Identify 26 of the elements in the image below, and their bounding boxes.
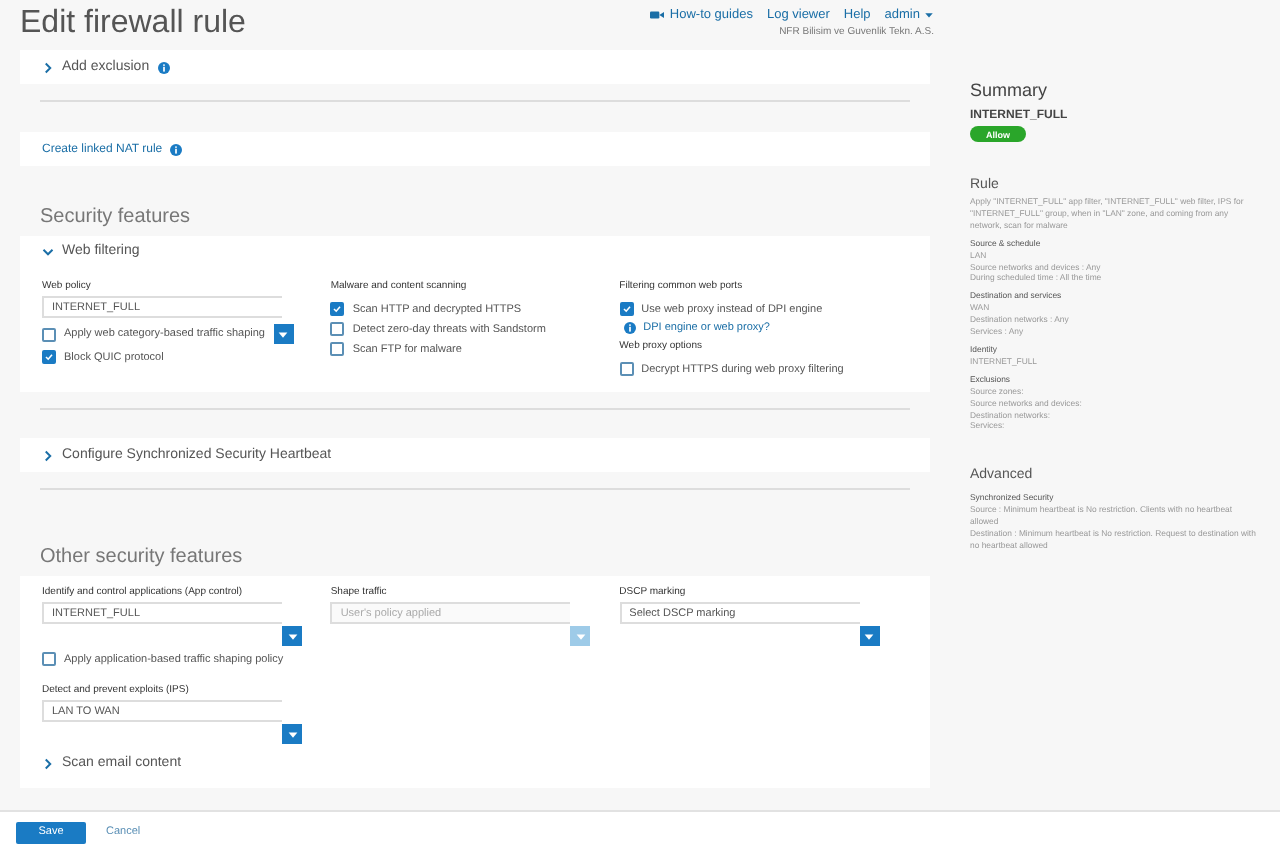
section-heading: Other security features <box>40 546 245 568</box>
section-heading: Security features <box>40 206 193 228</box>
caret-down-icon <box>862 629 877 643</box>
caret-down-icon <box>276 327 290 341</box>
checkbox[interactable] <box>330 322 345 336</box>
dropdown-button[interactable] <box>273 324 293 344</box>
checkbox[interactable] <box>42 350 56 364</box>
video-camera-icon <box>649 10 664 20</box>
checkbox[interactable] <box>619 362 634 376</box>
caret-down-icon <box>285 727 299 741</box>
dropdown-button[interactable] <box>859 626 880 646</box>
checkbox[interactable] <box>330 302 345 316</box>
caret-down-icon <box>573 629 588 643</box>
info-icon <box>623 322 636 334</box>
checkbox[interactable] <box>42 652 56 666</box>
page-title: Edit firewall rule <box>20 6 246 44</box>
dropdown-button[interactable] <box>282 626 302 646</box>
caret-icon <box>924 10 934 20</box>
checkbox[interactable] <box>42 327 56 341</box>
dropdown-button[interactable] <box>282 724 302 744</box>
info-icon <box>157 61 170 73</box>
checkbox[interactable] <box>330 342 345 356</box>
summary-heading: Summary <box>970 80 1048 100</box>
caret-down-icon <box>285 629 299 643</box>
info-icon <box>170 143 183 155</box>
checkbox[interactable] <box>619 302 634 316</box>
